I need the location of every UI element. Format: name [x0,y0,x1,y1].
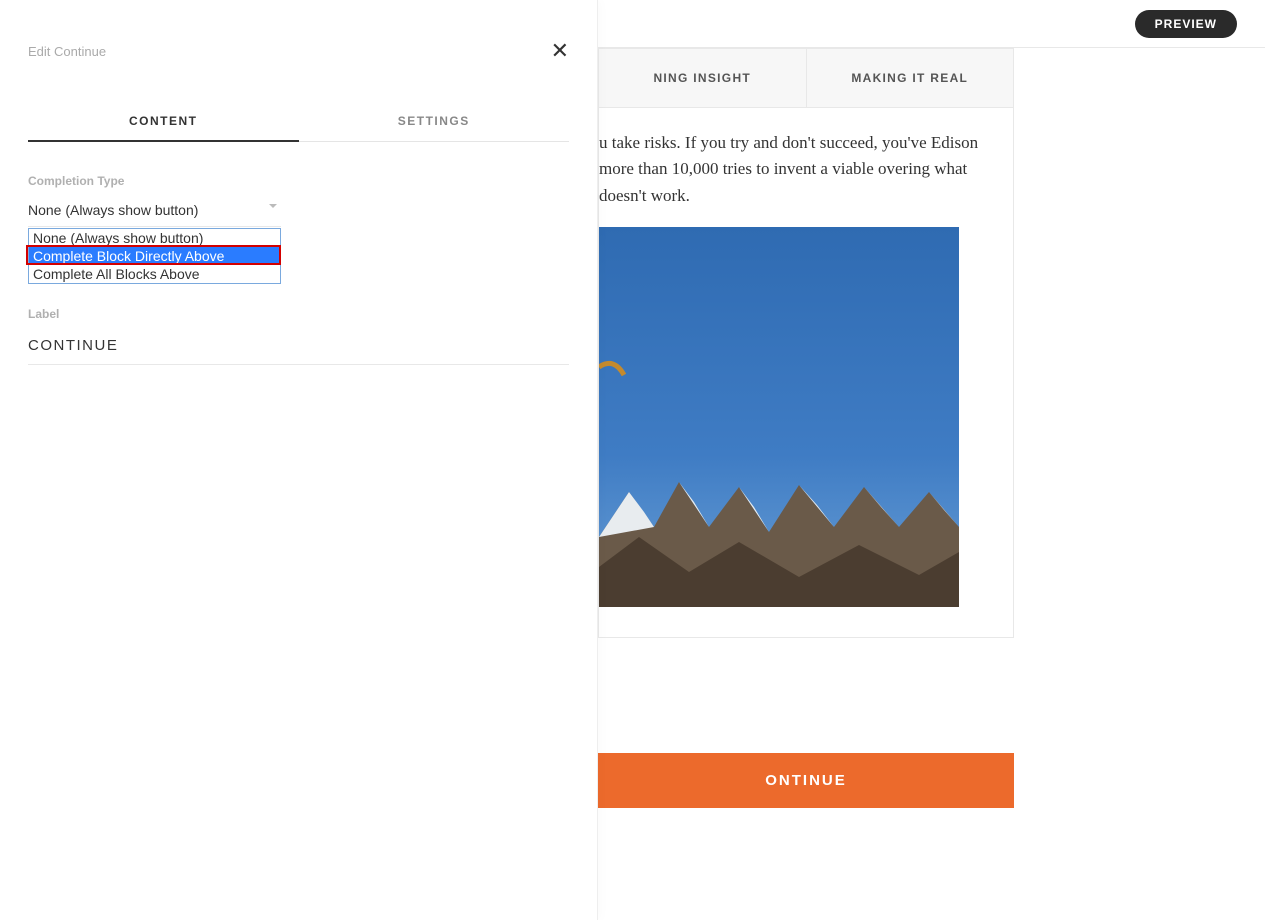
dropdown-option-complete-all-blocks[interactable]: Complete All Blocks Above [29,265,280,283]
label-field-label: Label [28,307,569,321]
close-icon[interactable]: ✕ [551,40,569,62]
panel-title: Edit Continue [28,44,106,59]
completion-type-label: Completion Type [28,174,569,188]
lesson-content-region: NING INSIGHT MAKING IT REAL u take risks… [598,48,1014,638]
tab-gaining-insight[interactable]: NING INSIGHT [599,49,807,107]
lesson-paragraph: u take risks. If you try and don't succe… [599,130,985,209]
tab-making-it-real[interactable]: MAKING IT REAL [807,49,1014,107]
completion-type-dropdown: None (Always show button) Complete Block… [28,228,281,284]
edit-panel: Edit Continue ✕ CONTENT SETTINGS Complet… [0,0,598,920]
lesson-body: u take risks. If you try and don't succe… [598,108,1014,638]
label-field-value[interactable]: CONTINUE [28,331,569,365]
panel-tab-content[interactable]: CONTENT [28,114,299,142]
completion-type-select[interactable]: None (Always show button) None (Always s… [28,198,281,227]
panel-tab-settings[interactable]: SETTINGS [299,114,570,141]
completion-type-selected[interactable]: None (Always show button) [28,198,281,227]
dropdown-option-complete-block-above[interactable]: Complete Block Directly Above [29,247,280,265]
dropdown-option-none[interactable]: None (Always show button) [29,229,280,247]
continue-button[interactable]: ONTINUE [598,753,1014,808]
preview-button[interactable]: PREVIEW [1135,10,1237,38]
content-tabs: NING INSIGHT MAKING IT REAL [598,48,1014,108]
panel-tabs: CONTENT SETTINGS [28,114,569,142]
hero-image [599,227,959,607]
